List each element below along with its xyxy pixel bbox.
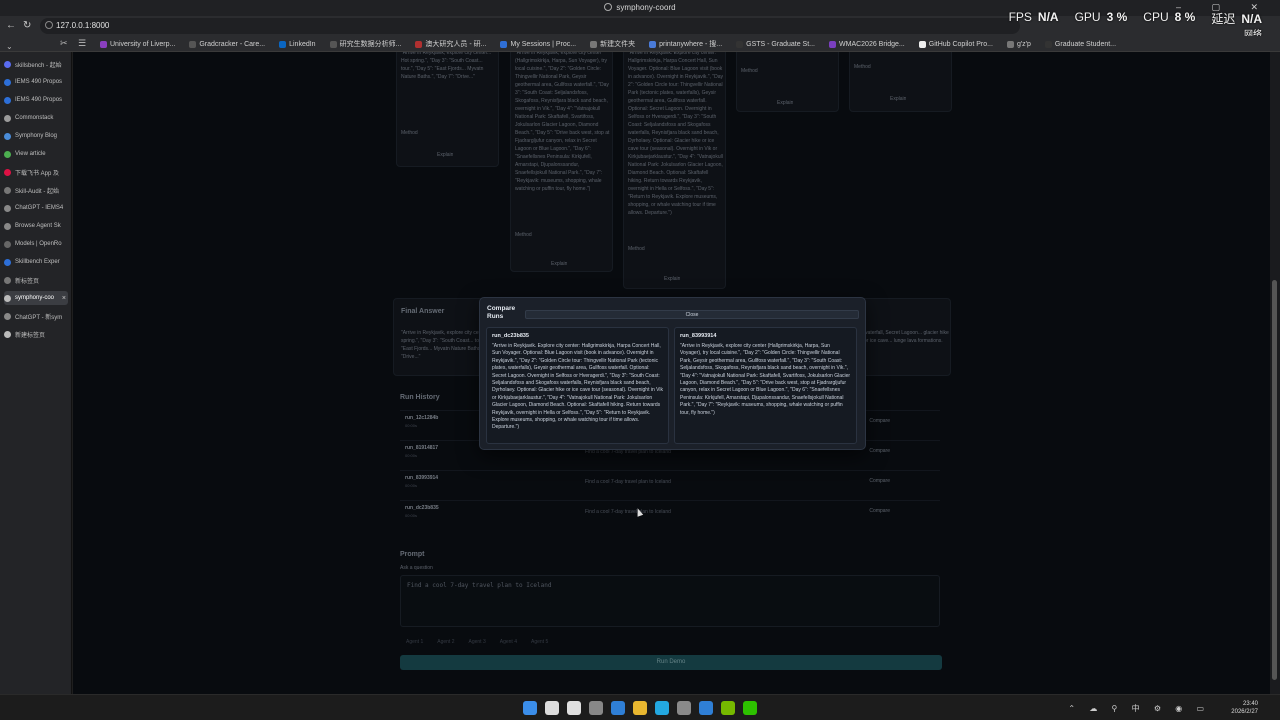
bookmark-item[interactable]: GSTS - Graduate St...	[736, 39, 815, 49]
bookmark-item[interactable]: 新建文件夹	[590, 39, 635, 49]
globe-icon	[604, 3, 613, 11]
bookmark-list: University of Liverp... Gradcracker - Car…	[100, 39, 1116, 49]
tab-favicon-icon	[4, 150, 11, 158]
sidebar-tab[interactable]: skillsbench - 起始	[4, 57, 68, 71]
sidebar-tab[interactable]: IEMS 490 Propos	[4, 75, 68, 89]
vertical-tabs-sidebar: ⌄ skillsbench - 起始 IEMS 490 Propos IEMS 49…	[0, 42, 72, 694]
compare-run-answer: "Arrive in Reykjavik. Explore city cente…	[492, 343, 663, 431]
bookmark-item[interactable]: Graduate Student...	[1044, 39, 1116, 49]
sidebar-tab[interactable]: Skill-Audit - 起始	[4, 183, 68, 197]
taskbar-app-icon[interactable]	[611, 701, 625, 715]
reload-icon[interactable]: ↻	[23, 20, 31, 31]
sidebar-tab[interactable]: View article	[4, 147, 68, 161]
tab-favicon-icon	[4, 294, 11, 302]
tab-favicon-icon	[4, 114, 11, 122]
tab-favicon-icon	[4, 78, 11, 86]
compare-panel-right: run_83993914 "Arrive in Reykjavik, explo…	[674, 327, 857, 444]
tab-favicon-icon	[4, 312, 11, 320]
tab-favicon-icon	[4, 96, 11, 104]
bookmark-favicon-icon	[100, 40, 107, 48]
collections-icon[interactable]: ✂	[60, 38, 68, 49]
bookmark-item[interactable]: 澳大研究人员 - 研...	[415, 39, 486, 49]
bookmark-item[interactable]: GitHub Copilot Pro...	[918, 39, 993, 49]
taskbar-app-icon[interactable]	[567, 701, 581, 715]
bookmark-item[interactable]: Gradcracker - Care...	[189, 39, 265, 49]
tab-favicon-icon	[4, 186, 11, 194]
tab-favicon-icon	[4, 204, 11, 212]
tab-favicon-icon	[4, 240, 11, 248]
taskbar-app-icon[interactable]	[523, 701, 537, 715]
bookmark-item[interactable]: My Sessions | Proc...	[500, 39, 576, 49]
bookmark-favicon-icon	[279, 40, 287, 48]
tab-favicon-icon	[4, 258, 11, 266]
bookmark-favicon-icon	[829, 40, 836, 48]
bookmark-favicon-icon	[918, 40, 926, 48]
chevron-down-icon[interactable]: ⌄	[6, 42, 13, 51]
bookmark-favicon-icon	[1044, 40, 1052, 48]
sidebar-tab[interactable]: 新标签页	[4, 273, 68, 287]
bookmark-item[interactable]: 研究生数据分析师...	[329, 39, 401, 49]
sidebar-tab[interactable]: Commonstack	[4, 111, 68, 125]
url-text: 127.0.0.1:8000	[56, 21, 110, 30]
back-arrow-icon[interactable]: ←	[6, 20, 16, 31]
bookmark-favicon-icon	[329, 40, 337, 48]
system-tray[interactable]: ⌃ ☁ ⚲ 中 ⚙ ◉ ▭	[1068, 703, 1210, 714]
sidebar-tab[interactable]: Browse Agent Sk	[4, 219, 68, 233]
taskbar-app-icon[interactable]	[721, 701, 735, 715]
tab-actions-icon[interactable]: ☰	[78, 38, 86, 49]
bookmark-favicon-icon	[590, 40, 598, 48]
tab-favicon-icon	[4, 168, 11, 176]
os-taskbar: ⌃ ☁ ⚲ 中 ⚙ ◉ ▭ 23:40 2026/2/27	[0, 694, 1280, 720]
system-clock[interactable]: 23:40 2026/2/27	[1231, 700, 1258, 716]
taskbar-app-icon[interactable]	[699, 701, 713, 715]
app-viewport: "Arrive in Reykjavik, explore city cente…	[73, 52, 1270, 694]
sidebar-tab[interactable]: 新建标签页	[4, 327, 68, 341]
tab-favicon-icon	[4, 330, 11, 338]
tab-favicon-icon	[4, 276, 11, 284]
site-info-icon[interactable]	[45, 21, 53, 29]
sidebar-tab[interactable]: ChatGPT - IEMS4	[4, 201, 68, 215]
sidebar-tab[interactable]: Symphony Blog	[4, 129, 68, 143]
close-tab-icon[interactable]: ×	[62, 295, 66, 302]
sidebar-tab[interactable]: 下载飞书 App 及	[4, 165, 68, 179]
sidebar-tab[interactable]: IEMS 490 Propos	[4, 93, 68, 107]
sidebar-tab[interactable]: ChatGPT - 新sym	[4, 309, 68, 323]
sidebar-tab[interactable]: Models | OpenRo	[4, 237, 68, 251]
taskbar-app-icon[interactable]	[655, 701, 669, 715]
compare-run-id: run_83993914	[680, 333, 717, 339]
bookmark-favicon-icon	[415, 40, 423, 48]
bookmark-favicon-icon	[649, 40, 657, 48]
bookmark-item[interactable]: printanywhere - 搜...	[649, 39, 722, 49]
bookmarks-bar: ✂ ☰ University of Liverp... Gradcracker -…	[0, 36, 1280, 52]
taskbar-app-icon[interactable]	[743, 701, 757, 715]
tab-favicon-icon	[4, 60, 11, 68]
bookmark-item[interactable]: University of Liverp...	[100, 39, 175, 49]
address-bar[interactable]: 127.0.0.1:8000	[40, 18, 1020, 34]
modal-title: Compare Runs	[487, 305, 516, 320]
page-scrollbar[interactable]	[1270, 52, 1280, 694]
compare-run-id: run_dc23b835	[492, 333, 529, 339]
taskbar-app-icon[interactable]	[589, 701, 603, 715]
tab-favicon-icon	[4, 222, 11, 230]
bookmark-favicon-icon	[189, 40, 197, 48]
sidebar-tab[interactable]: symphony-coo ×	[4, 291, 68, 305]
taskbar-app-icon[interactable]	[545, 701, 559, 715]
close-button[interactable]: Close	[525, 310, 859, 319]
compare-runs-modal: Compare Runs Close run_dc23b835 "Arrive …	[479, 297, 866, 450]
sidebar-tab[interactable]: Skillbench Exper	[4, 255, 68, 269]
bookmark-favicon-icon	[500, 40, 508, 48]
taskbar-apps	[523, 701, 757, 715]
tab-favicon-icon	[4, 132, 11, 140]
compare-run-answer: "Arrive in Reykjavik, explore city cente…	[680, 343, 851, 416]
scrollbar-thumb[interactable]	[1272, 280, 1277, 680]
bookmark-item[interactable]: g'z'p	[1006, 39, 1031, 49]
taskbar-app-icon[interactable]	[677, 701, 691, 715]
bookmark-item[interactable]: LinkedIn	[279, 39, 316, 49]
bookmark-favicon-icon	[736, 40, 744, 48]
bookmark-item[interactable]: WMAC2026 Bridge...	[829, 39, 905, 49]
bookmark-favicon-icon	[1006, 40, 1014, 48]
taskbar-app-icon[interactable]	[633, 701, 647, 715]
compare-panel-left: run_dc23b835 "Arrive in Reykjavik. Explo…	[486, 327, 669, 444]
